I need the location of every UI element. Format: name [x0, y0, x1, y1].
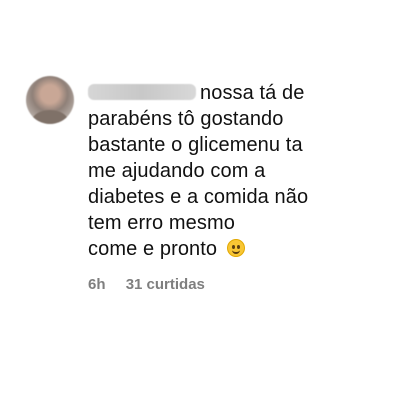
comment-line-2: parabéns tô gostando: [88, 108, 284, 130]
comment-time: 6h: [88, 276, 106, 293]
comment-line-6: tem erro mesmo: [88, 212, 235, 234]
comment-line-7: come e pronto: [88, 238, 218, 260]
comment-line-5: diabetes e a comida não: [88, 186, 309, 208]
emoji-smile: [231, 248, 240, 254]
likes-count[interactable]: 31 curtidas: [126, 276, 205, 293]
avatar[interactable]: [26, 76, 74, 124]
comment-line-4: me ajudando com a: [88, 160, 266, 182]
avatar-image: [32, 110, 68, 124]
comment-text: nossa tá de parabéns tô gostando bastant…: [88, 80, 380, 262]
redacted-username[interactable]: [88, 84, 196, 100]
smiling-face-icon: [226, 239, 245, 257]
comment-meta: 6h 31 curtidas: [88, 276, 380, 294]
comment-line-3: bastante o glicemenu ta: [88, 134, 303, 156]
comment-line-1: nossa tá de: [200, 82, 305, 104]
comment-body: nossa tá de parabéns tô gostando bastant…: [88, 80, 380, 294]
